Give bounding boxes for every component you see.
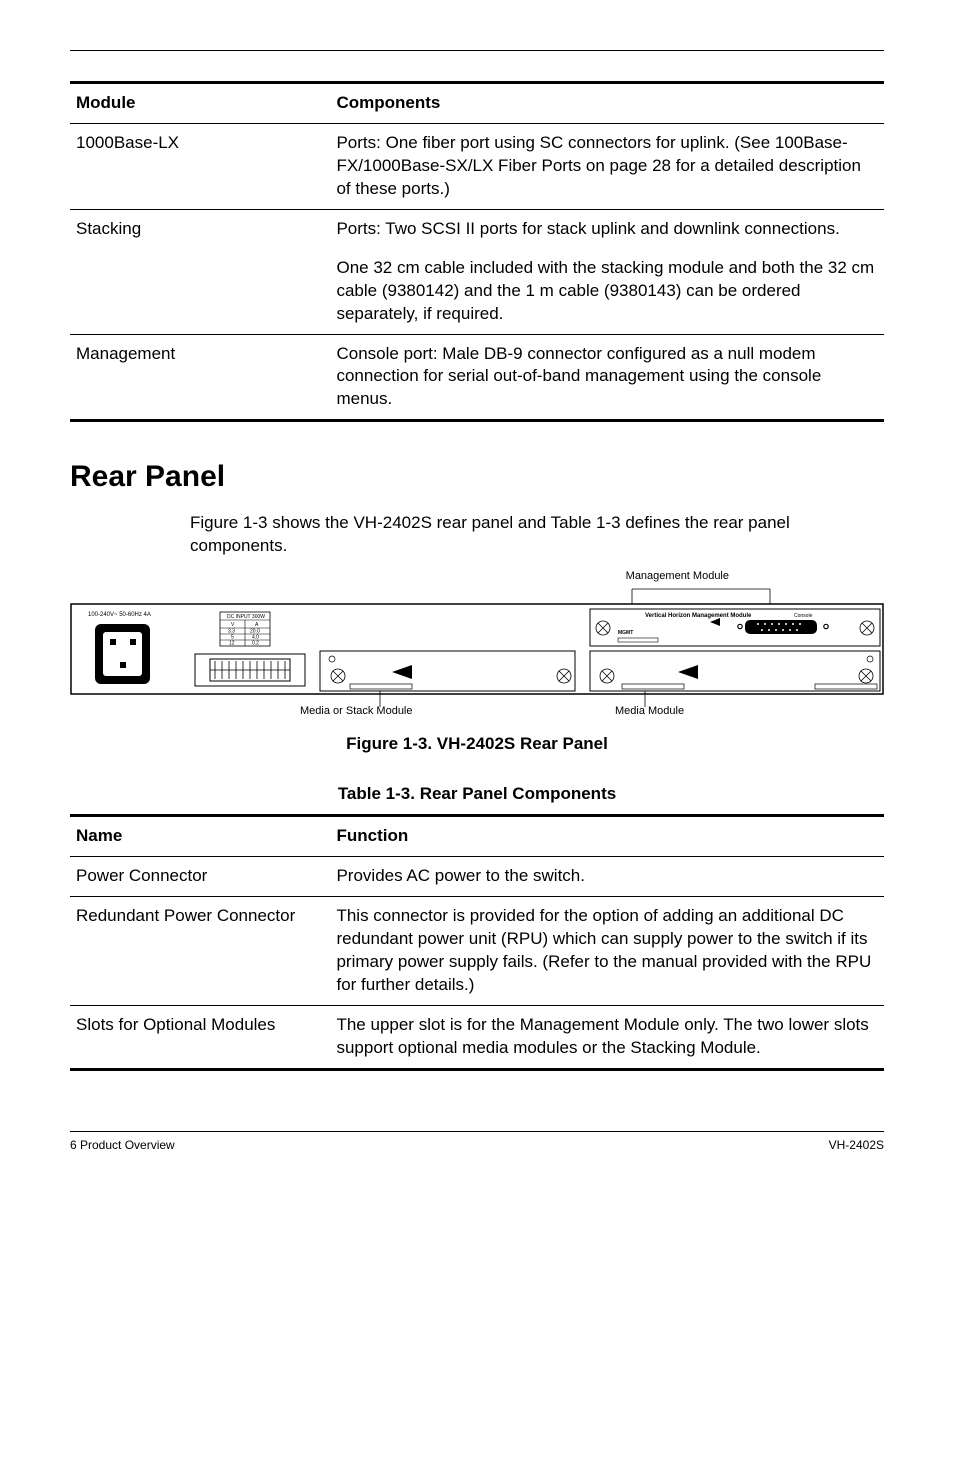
table-row: Stacking Ports: Two SCSI II ports for st…: [70, 209, 884, 248]
mgmt-title-text: Vertical Horizon Management Module: [645, 613, 752, 619]
fig-bottom-right-label: Media Module: [615, 705, 684, 714]
module-cell: [70, 249, 330, 334]
function-cell: Provides AC power to the switch.: [330, 857, 884, 897]
page-footer: 6 Product Overview VH-2402S: [70, 1131, 884, 1152]
footer-left: 6 Product Overview: [70, 1138, 175, 1152]
col-header-components: Components: [330, 83, 884, 124]
components-cell: Ports: Two SCSI II ports for stack uplin…: [330, 209, 884, 248]
mgmt-label-text: MGMT: [618, 630, 633, 636]
section-heading: Rear Panel: [70, 460, 884, 494]
dc-r3c0: 12: [229, 641, 235, 647]
module-components-table: Module Components 1000Base-LX Ports: One…: [70, 81, 884, 422]
components-cell: Console port: Male DB-9 connector config…: [330, 334, 884, 421]
rear-panel-components-table: Name Function Power Connector Provides A…: [70, 814, 884, 1071]
page-top-rule: [70, 50, 884, 51]
dc-r0c1: A: [255, 622, 259, 628]
table-row: Management Console port: Male DB-9 conne…: [70, 334, 884, 421]
col-header-name: Name: [70, 816, 330, 857]
dc-r3c1: 0.2: [252, 641, 259, 647]
module-cell: 1000Base-LX: [70, 123, 330, 209]
rear-panel-diagram: 100-240V~ 50-60Hz 4A DC INPUT 300W V A 3…: [70, 584, 884, 714]
name-cell: Slots for Optional Modules: [70, 1005, 330, 1069]
dc-r0c0: V: [231, 622, 235, 628]
module-cell: Management: [70, 334, 330, 421]
figure-rear-panel: Management Module 100-240V~ 50-60Hz 4A: [70, 570, 884, 754]
function-cell: The upper slot is for the Management Mod…: [330, 1005, 884, 1069]
dc-header-text: DC INPUT 300W: [227, 614, 265, 620]
media-slot-right: [590, 651, 880, 691]
name-cell: Power Connector: [70, 857, 330, 897]
figure-label-management-module: Management Module: [626, 570, 729, 582]
power-spec-text: 100-240V~ 50-60Hz 4A: [88, 612, 151, 618]
col-header-function: Function: [330, 816, 884, 857]
table-1-3-caption: Table 1-3. Rear Panel Components: [70, 784, 884, 804]
redundant-power-connector-graphic: [195, 654, 305, 686]
name-cell: Redundant Power Connector: [70, 897, 330, 1006]
figure-caption: Figure 1-3. VH-2402S Rear Panel: [70, 734, 884, 754]
components-cell: One 32 cm cable included with the stacki…: [330, 249, 884, 334]
col-header-module: Module: [70, 83, 330, 124]
media-stack-slot-left: [320, 651, 575, 691]
table-row: Redundant Power Connector This connector…: [70, 897, 884, 1006]
footer-right: VH-2402S: [829, 1138, 884, 1152]
module-cell: Stacking: [70, 209, 330, 248]
table-row: One 32 cm cable included with the stacki…: [70, 249, 884, 334]
power-connector-graphic: 100-240V~ 50-60Hz 4A: [88, 612, 151, 684]
components-cell: Ports: One fiber port using SC connector…: [330, 123, 884, 209]
table-row: Slots for Optional Modules The upper slo…: [70, 1005, 884, 1069]
fig-bottom-left-label: Media or Stack Module: [300, 705, 413, 714]
console-label-text: Console: [794, 613, 813, 619]
dc-input-graphic: DC INPUT 300W V A 3.3 20.0 5 4.0 12 0.2: [220, 612, 270, 647]
management-module-slot: Vertical Horizon Management Module MGMT …: [590, 609, 880, 646]
function-cell: This connector is provided for the optio…: [330, 897, 884, 1006]
section-intro-paragraph: Figure 1-3 shows the VH-2402S rear panel…: [190, 512, 884, 558]
table-row: 1000Base-LX Ports: One fiber port using …: [70, 123, 884, 209]
table-row: Power Connector Provides AC power to the…: [70, 857, 884, 897]
